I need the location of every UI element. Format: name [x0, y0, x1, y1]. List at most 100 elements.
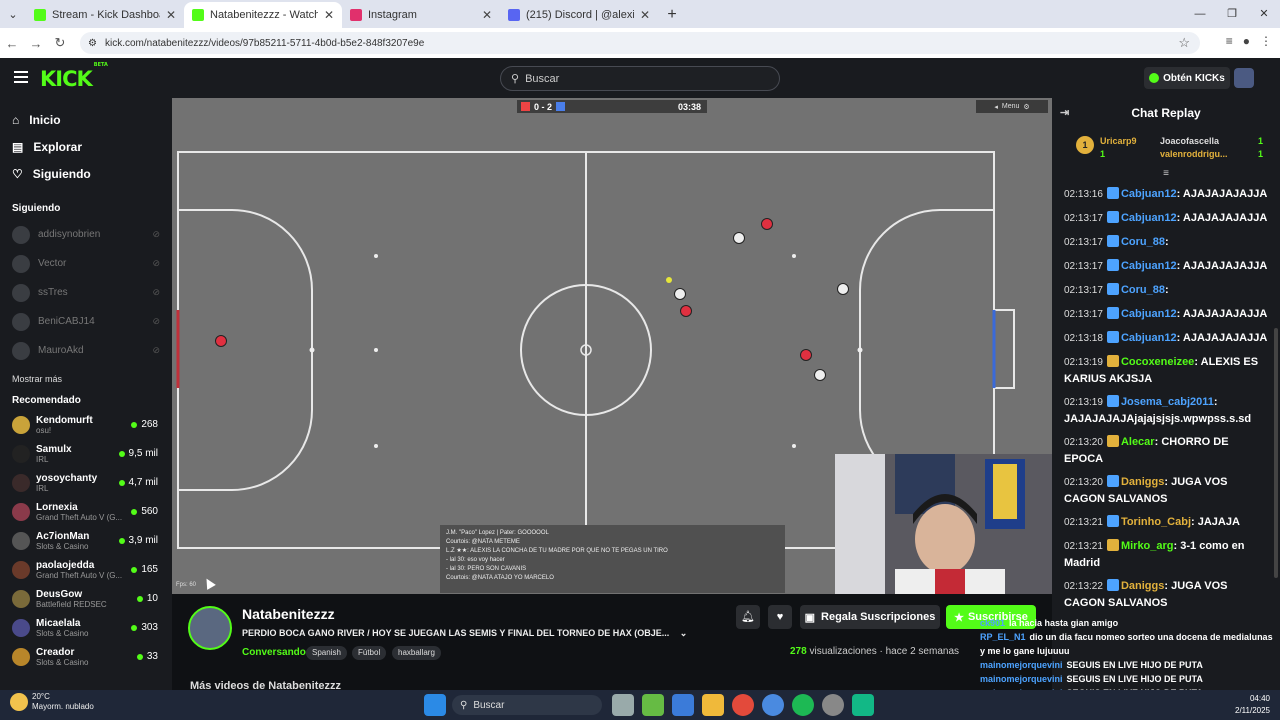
browser-menu-icon[interactable]: ⋮: [1260, 34, 1272, 48]
chat-message: 02:13:17 Coru_88:: [1064, 283, 1169, 296]
close-tab-icon[interactable]: ✕: [640, 8, 650, 22]
spotify-icon[interactable]: [792, 694, 814, 716]
taskbar-search[interactable]: ⚲ Buscar: [452, 695, 602, 715]
weather-widget[interactable]: 20°C Mayorm. nublado: [10, 692, 94, 712]
avatar: [12, 531, 30, 550]
back-icon[interactable]: ←: [0, 36, 24, 51]
chat-username[interactable]: Cabjuan12: [1121, 332, 1177, 344]
sidebar-item-siguiendo[interactable]: ♡ Siguiendo: [0, 160, 172, 187]
notification-bell-button[interactable]: 🔔︎: [736, 605, 760, 629]
obs-icon[interactable]: [822, 694, 844, 716]
chrome-active-icon[interactable]: [762, 694, 784, 716]
close-tab-icon[interactable]: ✕: [482, 8, 492, 22]
url-field[interactable]: ⚙ kick.com/natabenitezzz/videos/97b85211…: [80, 32, 1200, 54]
chat-message: 02:13:17 Coru_88:: [1064, 235, 1169, 248]
forward-icon[interactable]: →: [24, 36, 48, 51]
taskbar-clock[interactable]: 04:40 2/11/2025: [1235, 693, 1270, 717]
collapse-chat-icon[interactable]: ⇥: [1060, 106, 1069, 119]
recommended-item[interactable]: Creador Slots & Casino 33: [0, 642, 172, 671]
new-tab-button[interactable]: +: [658, 2, 686, 28]
stream-category[interactable]: Conversando: [242, 647, 306, 658]
reload-icon[interactable]: ↻: [48, 35, 72, 51]
menu-icon[interactable]: [14, 71, 28, 83]
chat-username[interactable]: Mirko_arg: [1121, 540, 1174, 552]
task-view-icon[interactable]: [612, 694, 634, 716]
tag[interactable]: Fútbol: [352, 646, 387, 660]
chat-message: 02:13:20 Alecar: CHORRO DE EPOCA: [1064, 435, 1229, 465]
recommended-item[interactable]: Lornexia Grand Theft Auto V (G... 560: [0, 497, 172, 526]
message-text: AJAJAJAJAJJA: [1182, 260, 1268, 272]
chrome-icon[interactable]: [732, 694, 754, 716]
tab-instagram[interactable]: Instagram ✕: [342, 2, 500, 28]
search-input[interactable]: ⚲ Buscar: [500, 66, 780, 91]
home-icon: ⌂: [12, 112, 20, 127]
chat-username[interactable]: Cabjuan12: [1121, 260, 1177, 272]
chat-username[interactable]: Cocoxeneizee: [1121, 356, 1194, 368]
gift-subs-button[interactable]: ▣ Regala Suscripciones: [800, 605, 940, 629]
chat-username[interactable]: Cabjuan12: [1121, 212, 1177, 224]
chat-username[interactable]: Cabjuan12: [1121, 188, 1177, 200]
user-avatar[interactable]: [1234, 68, 1254, 88]
video-player[interactable]: 0 - 2 03:38 ◂ Menu ⚙ J.M. "Paco" Lopez |…: [172, 98, 1052, 594]
file-explorer-icon[interactable]: [702, 694, 724, 716]
media-control-icon[interactable]: ≡: [1226, 34, 1233, 48]
gifter-name[interactable]: valenroddrigu...: [1160, 149, 1228, 159]
following-item[interactable]: ssTres ⊘: [0, 278, 172, 307]
windows-start-icon[interactable]: [424, 694, 446, 716]
site-info-icon[interactable]: ⚙: [88, 38, 97, 49]
close-tab-icon[interactable]: ✕: [166, 8, 176, 22]
maximize-icon[interactable]: ❐: [1216, 0, 1248, 28]
channel-avatar[interactable]: [188, 606, 232, 650]
chat-username[interactable]: Coru_88: [1121, 236, 1165, 248]
recommended-item[interactable]: yosoychanty IRL 4,7 mil: [0, 468, 172, 497]
chat-scrollbar[interactable]: [1274, 328, 1278, 578]
sidebar-item-explorar[interactable]: ▤ Explorar: [0, 133, 172, 160]
tag[interactable]: haxballarg: [392, 646, 441, 660]
following-item[interactable]: Vector ⊘: [0, 249, 172, 278]
recommended-item[interactable]: DeusGow Battlefield REDSEC 10: [0, 584, 172, 613]
bookmark-star-icon[interactable]: ☆: [1178, 35, 1190, 51]
chat-message: 02:13:20 Daniggs: JUGA VOS CAGON SALVANOS: [1064, 475, 1228, 505]
following-item[interactable]: BeniCABJ14 ⊘: [0, 307, 172, 336]
chat-username[interactable]: Alecar: [1121, 436, 1155, 448]
top-gifter-name[interactable]: Uricarp9: [1100, 136, 1137, 146]
get-kicks-button[interactable]: Obtén KICKs: [1144, 67, 1230, 89]
chat-username[interactable]: Torinho_Cabj: [1121, 516, 1191, 528]
calculator-icon[interactable]: [672, 694, 694, 716]
recommended-item[interactable]: Samulx IRL 9,5 mil: [0, 439, 172, 468]
following-item[interactable]: addisynobrien ⊘: [0, 220, 172, 249]
following-item[interactable]: MauroAkd ⊘: [0, 336, 172, 365]
recommended-item[interactable]: Kendomurft osu! 268: [0, 410, 172, 439]
chat-username[interactable]: Coru_88: [1121, 284, 1165, 296]
chat-username[interactable]: Josema_cabj2011: [1121, 396, 1214, 408]
chat-username[interactable]: Daniggs: [1121, 476, 1164, 488]
kick-logo[interactable]: KICKBETA: [40, 62, 108, 91]
recommended-item[interactable]: Micaelala Slots & Casino 303: [0, 613, 172, 642]
sidebar-item-inicio[interactable]: ⌂ Inicio: [0, 106, 172, 133]
app-icon[interactable]: [642, 694, 664, 716]
game-menu-button[interactable]: ◂ Menu ⚙: [976, 100, 1048, 113]
profile-icon[interactable]: ●: [1243, 34, 1250, 48]
follow-heart-button[interactable]: ♥: [768, 605, 792, 629]
app-icon[interactable]: [852, 694, 874, 716]
chat-username[interactable]: Daniggs: [1121, 580, 1164, 592]
show-more-link[interactable]: Mostrar más: [0, 369, 172, 389]
tab-search-icon[interactable]: ⌄: [0, 0, 26, 28]
close-window-icon[interactable]: ✕: [1248, 0, 1280, 28]
chat-username[interactable]: Cabjuan12: [1121, 308, 1177, 320]
tag[interactable]: Spanish: [306, 646, 347, 660]
tab-discord[interactable]: (215) Discord | @alexis (el... ✕: [500, 2, 658, 28]
channel-name[interactable]: Natabenitezzz: [242, 606, 335, 622]
channel-name: Micaelala: [36, 617, 81, 629]
minimize-icon[interactable]: —: [1184, 0, 1216, 28]
expand-chevron-icon[interactable]: ⌄: [680, 628, 688, 638]
recommended-item[interactable]: Ac7ionMan Slots & Casino 3,9 mil: [0, 526, 172, 555]
tab-kick-dashboard[interactable]: Stream - Kick Dashboard ✕: [26, 2, 184, 28]
gifter-name[interactable]: Joacofascella: [1160, 136, 1219, 146]
expand-gifters-icon[interactable]: ≡: [1052, 168, 1280, 179]
close-tab-icon[interactable]: ✕: [324, 8, 334, 22]
sidebar-nav: ⌂ Inicio ▤ Explorar ♡ Siguiendo: [0, 98, 172, 187]
recommended-item[interactable]: paolaojedda Grand Theft Auto V (G... 165: [0, 555, 172, 584]
chat-message: 02:13:18 Cabjuan12: AJAJAJAJAJJA: [1064, 331, 1268, 344]
tab-natabenitezzz[interactable]: Natabenitezzz - Watch the VOD ✕: [184, 2, 342, 28]
